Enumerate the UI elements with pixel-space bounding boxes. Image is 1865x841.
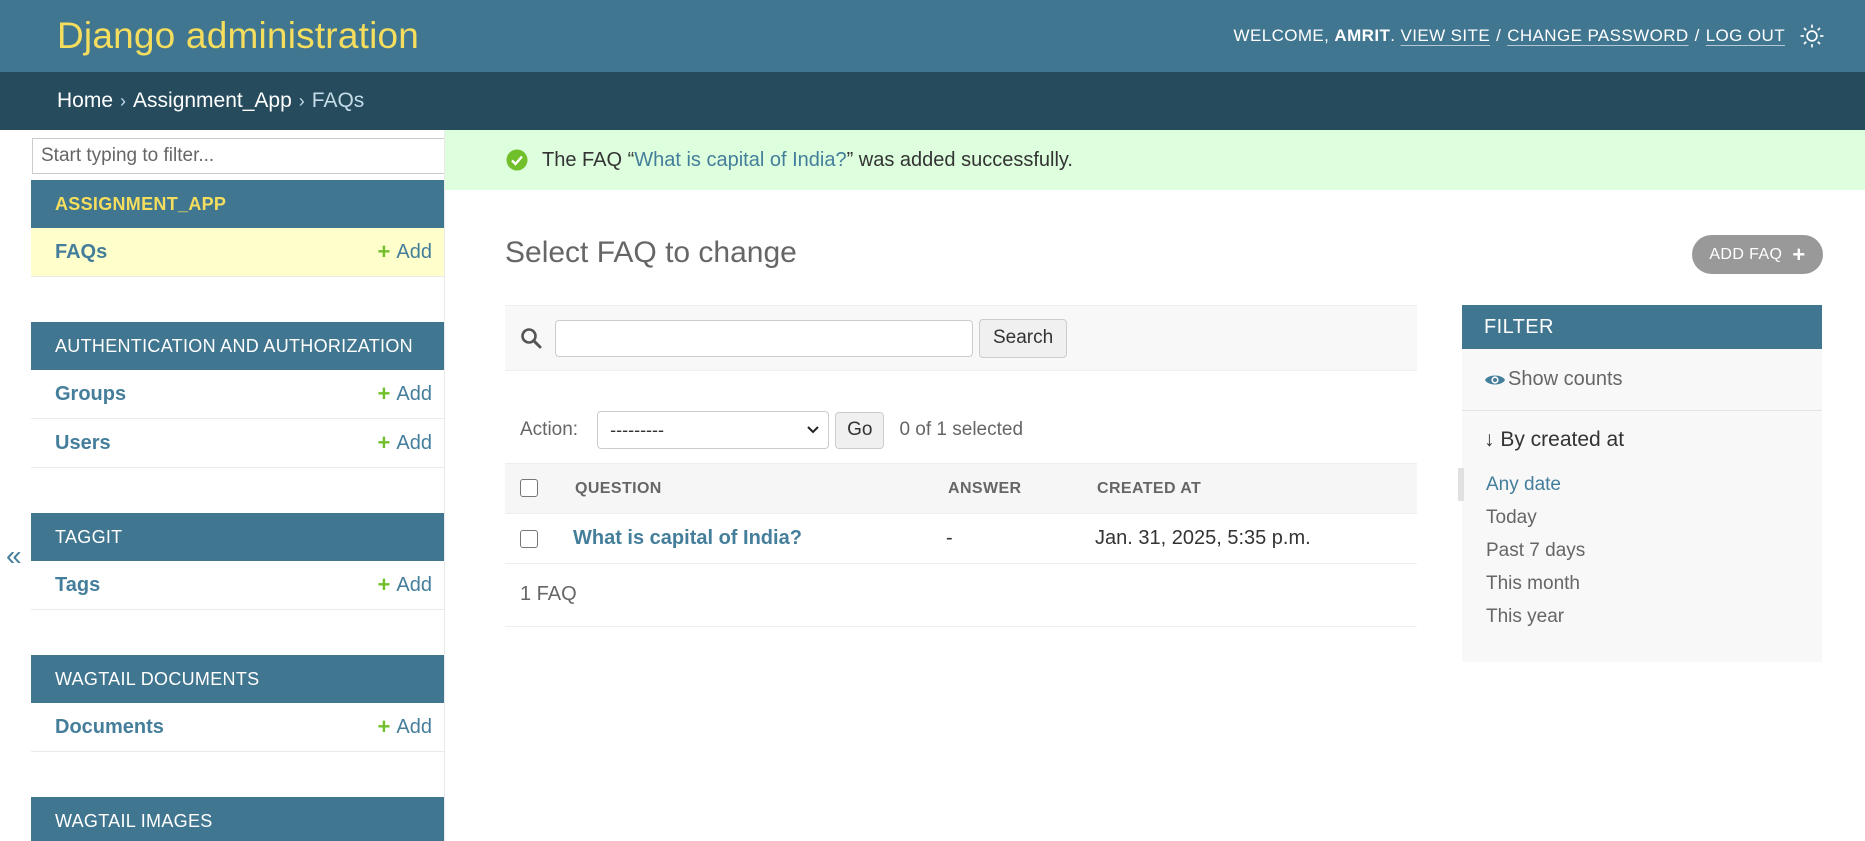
select-all-checkbox[interactable] — [520, 479, 538, 498]
add-tag-link[interactable]: + Add — [378, 574, 432, 597]
question-cell: What is capital of India? — [567, 513, 940, 564]
success-message: The FAQ “What is capital of India?” was … — [445, 130, 1865, 190]
show-counts-link[interactable]: Show counts — [1462, 349, 1822, 411]
sidebar-item-users: Users + Add — [31, 419, 444, 468]
breadcrumb-current: FAQs — [311, 89, 365, 112]
sidebar-item-groups: Groups + Add — [31, 370, 444, 419]
plus-icon: + — [377, 430, 391, 455]
model-link-groups[interactable]: Groups — [55, 383, 126, 406]
action-label: Action: — [520, 419, 579, 440]
model-link-tags[interactable]: Tags — [55, 574, 100, 597]
user-tools: WELCOME, AMRIT. VIEW SITE / CHANGE PASSW… — [1234, 23, 1825, 49]
column-created-at[interactable]: CREATED AT — [1089, 463, 1417, 514]
nav-filter-input[interactable] — [32, 138, 444, 174]
add-faq-link[interactable]: + Add — [378, 241, 432, 264]
header: Django administration WELCOME, AMRIT. VI… — [0, 0, 1865, 72]
nav-sidebar: ASSIGNMENT_APP FAQs +Add AUTHENTICATION … — [31, 130, 445, 841]
module-wagtail-images: WAGTAIL IMAGES — [31, 797, 444, 841]
select-all-header — [505, 463, 567, 514]
breadcrumb-app[interactable]: Assignment_App — [133, 89, 292, 113]
page-title: Select FAQ to change — [505, 236, 797, 269]
plus-icon: + — [377, 381, 391, 406]
table-row: What is capital of India? - Jan. 31, 202… — [505, 513, 1417, 564]
answer-cell: - — [940, 513, 1089, 564]
paginator: 1 FAQ — [505, 562, 1417, 627]
toggle-nav-sidebar[interactable]: « — [6, 540, 22, 572]
module-caption[interactable]: AUTHENTICATION AND AUTHORIZATION — [31, 322, 444, 370]
message-faq-link[interactable]: What is capital of India? — [634, 149, 846, 172]
model-link-users[interactable]: Users — [55, 432, 111, 455]
go-button[interactable]: Go — [835, 411, 885, 449]
filter-option-any-date[interactable]: Any date — [1458, 468, 1822, 501]
module-caption[interactable]: ASSIGNMENT_APP — [31, 180, 444, 228]
check-circle-icon — [506, 149, 528, 171]
breadcrumb: Home › Assignment_App › FAQs — [0, 72, 1865, 130]
sidebar-item-documents: Documents + Add — [31, 703, 444, 752]
plus-icon: + — [1792, 241, 1806, 267]
log-out-link[interactable]: LOG OUT — [1706, 26, 1785, 46]
model-link-documents[interactable]: Documents — [55, 716, 164, 739]
filter-option-this-month[interactable]: This month — [1458, 567, 1822, 600]
row-checkbox[interactable] — [520, 529, 538, 548]
changelist-filter: FILTER Show counts ↓ By created at Any d… — [1458, 305, 1822, 662]
filter-option-this-year[interactable]: This year — [1458, 600, 1822, 633]
add-group-link[interactable]: + Add — [378, 383, 432, 406]
sidebar-item-tags: Tags + Add — [31, 561, 444, 610]
add-user-link[interactable]: + Add — [378, 432, 432, 455]
faq-question-link[interactable]: What is capital of India? — [573, 527, 802, 549]
username: AMRIT — [1334, 26, 1391, 45]
module-assignment-app: ASSIGNMENT_APP FAQs + Add — [31, 180, 444, 277]
view-site-link[interactable]: VIEW SITE — [1401, 26, 1491, 46]
search-button[interactable]: Search — [979, 318, 1068, 358]
module-caption[interactable]: WAGTAIL IMAGES — [31, 797, 444, 841]
action-select[interactable]: --------- — [597, 411, 830, 449]
result-list: QUESTION ANSWER CREATED AT What is capit… — [505, 463, 1417, 564]
module-auth: AUTHENTICATION AND AUTHORIZATION Groups … — [31, 322, 444, 468]
site-name[interactable]: Django administration — [57, 15, 419, 57]
search-input[interactable] — [555, 319, 973, 357]
module-caption[interactable]: WAGTAIL DOCUMENTS — [31, 655, 444, 703]
module-taggit: TAGGIT Tags + Add — [31, 513, 444, 610]
search-icon — [521, 328, 542, 349]
add-document-link[interactable]: + Add — [378, 716, 432, 739]
module-wagtail-documents: WAGTAIL DOCUMENTS Documents + Add — [31, 655, 444, 752]
filter-option-today[interactable]: Today — [1458, 501, 1822, 534]
welcome-text: WELCOME, — [1233, 26, 1330, 45]
created-at-cell: Jan. 31, 2025, 5:35 p.m. — [1089, 513, 1417, 564]
module-caption[interactable]: TAGGIT — [31, 513, 444, 561]
model-link-faqs[interactable]: FAQs — [55, 241, 107, 264]
column-question[interactable]: QUESTION — [567, 463, 940, 514]
row-select-cell — [505, 513, 567, 564]
eye-icon — [1485, 375, 1505, 384]
table-header-row: QUESTION ANSWER CREATED AT — [505, 463, 1417, 514]
action-counter: 0 of 1 selected — [899, 419, 1024, 440]
filter-heading[interactable]: ↓ By created at — [1462, 428, 1822, 452]
change-password-link[interactable]: CHANGE PASSWORD — [1507, 26, 1688, 46]
sun-icon[interactable] — [1799, 23, 1825, 49]
column-answer[interactable]: ANSWER — [940, 463, 1089, 514]
breadcrumb-home[interactable]: Home — [57, 89, 113, 113]
filter-options: Any date Today Past 7 days This month Th… — [1458, 468, 1822, 633]
filter-option-past-7-days[interactable]: Past 7 days — [1458, 534, 1822, 567]
plus-icon: + — [377, 239, 391, 264]
plus-icon: + — [377, 714, 391, 739]
add-faq-button[interactable]: ADD FAQ + — [1692, 235, 1823, 274]
search-toolbar: Search — [505, 305, 1417, 371]
filter-title: FILTER — [1462, 305, 1822, 349]
chevron-down-icon — [807, 426, 819, 434]
actions-bar: Action: --------- Go 0 of 1 selected — [505, 410, 1023, 450]
plus-icon: + — [377, 572, 391, 597]
sidebar-item-faqs: FAQs + Add — [31, 228, 444, 277]
